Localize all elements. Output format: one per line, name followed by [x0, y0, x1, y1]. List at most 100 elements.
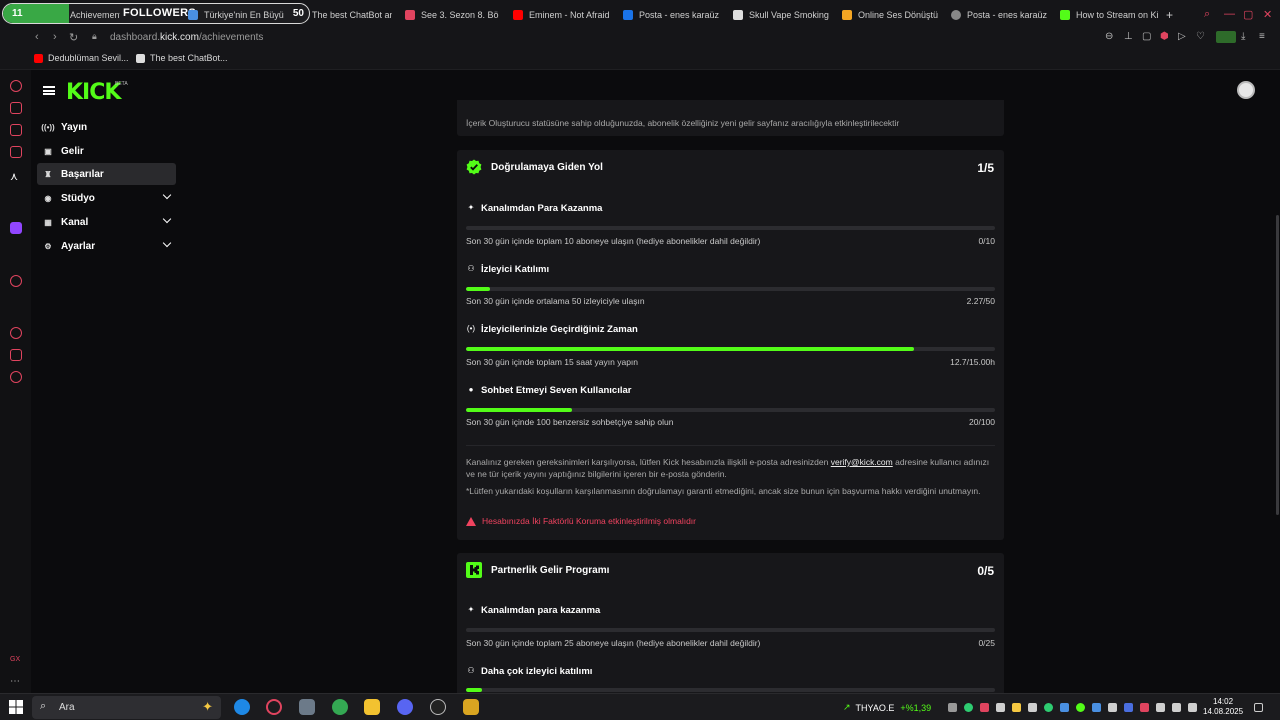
url-path: /achievements — [198, 32, 264, 43]
new-tab-button[interactable]: + — [1166, 4, 1173, 26]
system-clock[interactable]: 14:02 14.08.2025 — [1203, 697, 1243, 717]
chrome-icon[interactable] — [332, 699, 348, 715]
apps-icon[interactable]: ⋏ — [10, 170, 22, 183]
opera-gx-icon[interactable] — [266, 699, 282, 715]
url-field[interactable]: dashboard.kick.com/achievements — [110, 32, 263, 43]
sidebar-item-kanal[interactable]: ▦ Kanal — [37, 211, 176, 233]
sidebar-item-studyo[interactable]: ◉ Stüdyo — [37, 187, 176, 209]
globe-icon — [188, 10, 198, 20]
requirement-progress-bar — [466, 287, 995, 291]
tab-chatbot[interactable]: The best ChatBot and — [312, 4, 392, 26]
bookmark-item[interactable]: The best ChatBot... — [136, 53, 228, 63]
close-icon[interactable]: ✕ — [1263, 8, 1272, 21]
search-tabs-icon[interactable]: ⌕ — [1204, 8, 1210, 21]
calendar-icon[interactable] — [10, 146, 22, 158]
gamepad-icon[interactable] — [10, 124, 22, 136]
play-circle-icon[interactable] — [10, 275, 22, 287]
tab-series[interactable]: See 3. Sezon 8. Bölüm — [405, 4, 499, 26]
download-icon[interactable]: ⤓ — [1241, 31, 1245, 42]
minimize-icon[interactable]: — — [1224, 8, 1235, 20]
tray-icon[interactable] — [1012, 703, 1021, 712]
cube-icon[interactable] — [10, 349, 22, 361]
folder-icon[interactable] — [364, 699, 380, 715]
tab-title: Eminem - Not Afraid — [529, 10, 609, 20]
bag-icon[interactable] — [10, 102, 22, 114]
kick-dashboard: KICK BETA ((•)) Yayın ▣ Gelir ♜ Başarıla… — [31, 70, 1280, 693]
twitch-icon[interactable] — [10, 222, 22, 234]
zoom-icon[interactable]: ⊖ — [1105, 31, 1113, 42]
speaker-icon[interactable] — [1172, 703, 1181, 712]
pin-icon[interactable]: ⊥ — [1124, 31, 1133, 42]
tray-icon[interactable] — [1156, 703, 1165, 712]
sidebar-item-ayarlar[interactable]: ⚙ Ayarlar — [37, 235, 176, 257]
tray-icon[interactable] — [1028, 703, 1037, 712]
steam-icon[interactable] — [1124, 703, 1133, 712]
hamburger-menu-icon[interactable] — [43, 86, 55, 95]
scrollbar[interactable] — [1276, 215, 1279, 515]
sidebar-item-gelir[interactable]: ▣ Gelir — [37, 140, 176, 162]
tab-how-to-stream[interactable]: How to Stream on Kick — [1060, 4, 1158, 26]
maximize-icon[interactable]: ▢ — [1243, 8, 1253, 21]
warning-text: Hesabınızda İki Faktörlü Koruma etkinleş… — [482, 516, 696, 526]
extension-icon[interactable] — [1216, 31, 1236, 43]
stock-ticker[interactable]: ↗ THYAO.E +%1,39 — [843, 702, 931, 713]
wallet-icon: ▣ — [44, 146, 52, 156]
menu-icon[interactable]: ≡ — [1259, 31, 1265, 42]
chatbot-icon — [136, 53, 145, 63]
tray-icon[interactable] — [964, 703, 973, 712]
obs-icon[interactable] — [430, 699, 446, 715]
tray-icon[interactable] — [996, 703, 1005, 712]
tray-icon[interactable] — [1044, 703, 1053, 712]
requirement-progress-bar — [466, 628, 995, 632]
app-icon[interactable] — [463, 699, 479, 715]
taskbar-search-input[interactable]: ⌕ Ara ✦ — [32, 696, 221, 719]
sidebar-item-label: Yayın — [61, 121, 88, 133]
more-icon[interactable]: ⋯ — [10, 676, 22, 688]
screenshot-icon[interactable]: ▢ — [1142, 31, 1151, 42]
back-icon[interactable]: ‹ — [35, 31, 39, 43]
gx-icon[interactable]: GX — [10, 656, 22, 668]
play-icon[interactable]: ▷ — [1178, 31, 1186, 42]
tray-icon[interactable] — [1060, 703, 1069, 712]
tray-icon[interactable] — [1140, 703, 1149, 712]
tab-achievements[interactable]: Achievements — [70, 4, 120, 26]
store-icon[interactable] — [299, 699, 315, 715]
notification-icon[interactable] — [1254, 703, 1263, 712]
verify-email-link[interactable]: verify@kick.com — [831, 457, 893, 467]
avatar[interactable] — [1237, 81, 1255, 99]
browser-side-rail: ⋏ GX ⋯ — [0, 70, 31, 693]
tab-turkiye[interactable]: Türkiye'nin En Büyük — [188, 4, 284, 26]
tab-title: Online Ses Dönüştürü — [858, 10, 938, 20]
tab-skull[interactable]: Skull Vape Smoking — [733, 4, 831, 26]
heart-icon[interactable]: ♡ — [1196, 31, 1205, 42]
progress-fill — [466, 347, 914, 351]
sidebar-item-yayin[interactable]: ((•)) Yayın — [37, 116, 176, 138]
chevron-down-icon — [162, 214, 172, 224]
tray-icon[interactable] — [1108, 703, 1117, 712]
sidebar-item-label: Kanal — [61, 216, 89, 228]
tab-mail[interactable]: Posta - enes karaüz — [623, 4, 721, 26]
tab-audio[interactable]: Online Ses Dönüştürü — [842, 4, 938, 26]
bookmark-item[interactable]: Dedublüman Sevil... — [34, 53, 129, 63]
sidebar-item-label: Gelir — [61, 145, 84, 157]
windows-start-icon[interactable] — [8, 699, 24, 715]
history-icon[interactable] — [10, 80, 22, 92]
tray-icon[interactable] — [1092, 703, 1101, 712]
kick-logo[interactable]: KICK — [66, 80, 121, 105]
reload-icon[interactable]: ↻ — [69, 31, 78, 44]
tab-mail-2[interactable]: Posta - enes karaüz — [951, 4, 1047, 26]
discord-icon[interactable] — [397, 699, 413, 715]
sidebar-item-basarilar[interactable]: ♜ Başarılar — [37, 163, 176, 185]
tab-youtube[interactable]: Eminem - Not Afraid — [513, 4, 609, 26]
shield-icon[interactable]: ⬢ — [1160, 31, 1169, 42]
tray-icon[interactable] — [948, 703, 957, 712]
browser-tab-strip: 11 FOLLOWERS 50 Achievements Türkiye'nin… — [0, 0, 1280, 28]
edge-icon[interactable] — [234, 699, 250, 715]
settings-icon[interactable] — [10, 371, 22, 383]
tray-icon[interactable] — [1076, 703, 1085, 712]
divider — [466, 445, 995, 446]
tray-icon[interactable] — [980, 703, 989, 712]
clock-icon[interactable] — [10, 327, 22, 339]
forward-icon[interactable]: › — [53, 31, 57, 43]
network-icon[interactable] — [1188, 703, 1197, 712]
